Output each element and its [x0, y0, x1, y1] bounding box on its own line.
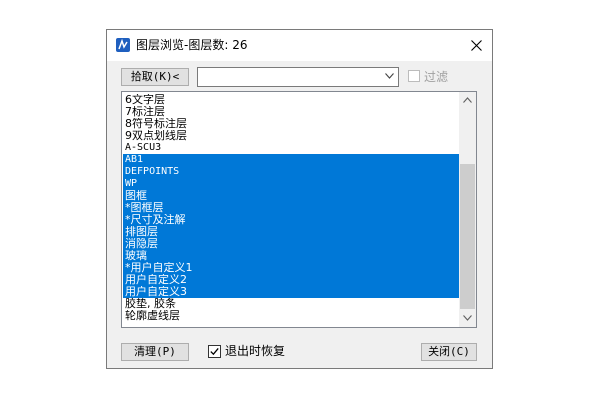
layer-list-item[interactable]: *尺寸及注解 [123, 214, 460, 226]
layer-list-item[interactable]: 7标注层 [123, 106, 460, 118]
checkmark-icon [210, 347, 219, 356]
layer-list-item[interactable]: DEFPOINTS [123, 166, 460, 178]
app-logo-icon [116, 38, 130, 52]
layer-list-item[interactable]: 排图层 [123, 226, 460, 238]
exit-restore-checkbox[interactable] [208, 345, 221, 358]
pick-button[interactable]: 拾取(K)< [121, 68, 189, 86]
layer-list-item[interactable]: *图框层 [123, 202, 460, 214]
layer-list[interactable]: 6文字层 7标注层 8符号标注层 9双点划线层 A-SCU3 AB1 DEFPOINTS WP… [121, 91, 477, 328]
layer-list-item[interactable]: 6文字层 [123, 94, 460, 106]
chevron-down-icon [463, 315, 472, 321]
close-button[interactable]: 关闭(C) [421, 343, 477, 361]
window-close-button[interactable] [462, 30, 492, 61]
scroll-thumb[interactable] [460, 164, 475, 309]
clean-button[interactable]: 清理(P) [121, 343, 189, 361]
scroll-down-button[interactable] [459, 310, 476, 327]
scroll-up-button[interactable] [459, 92, 476, 109]
layer-list-item[interactable]: 9双点划线层 [123, 130, 460, 142]
exit-restore-label: 退出时恢复 [225, 344, 286, 358]
layer-list-item[interactable]: 8符号标注层 [123, 118, 460, 130]
layer-list-item[interactable]: 轮廓虚线层 [123, 310, 460, 322]
layer-browser-dialog: 图层浏览-图层数: 26 拾取(K)< 过滤 6文字层 7标注层 8符号标注层 9双点… [106, 29, 493, 369]
layer-list-item[interactable]: 消隐层 [123, 238, 460, 250]
layer-list-item[interactable]: 胶垫, 胶条 [123, 298, 460, 310]
filter-checkbox[interactable] [408, 70, 420, 82]
window-title: 图层浏览-图层数: 26 [136, 38, 248, 52]
layer-list-items: 6文字层 7标注层 8符号标注层 9双点划线层 A-SCU3 AB1 DEFPOINTS WP… [123, 94, 460, 322]
layer-list-item[interactable]: 图框 [123, 190, 460, 202]
layer-list-item[interactable]: 用户自定义3 [123, 286, 460, 298]
layer-list-item[interactable]: 用户自定义2 [123, 274, 460, 286]
title-bar[interactable]: 图层浏览-图层数: 26 [107, 30, 492, 61]
filter-label: 过滤 [424, 70, 449, 84]
layer-list-item[interactable]: A-SCU3 [123, 142, 460, 154]
layer-combo-box[interactable] [197, 67, 399, 87]
close-x-icon [471, 40, 482, 51]
chevron-up-icon [463, 97, 472, 103]
layer-list-item[interactable]: WP [123, 178, 460, 190]
layer-list-item[interactable]: AB1 [123, 154, 460, 166]
layer-list-item[interactable]: *用户自定义1 [123, 262, 460, 274]
list-scrollbar[interactable] [459, 92, 476, 327]
chevron-down-icon[interactable] [385, 73, 394, 79]
layer-list-item[interactable]: 玻璃 [123, 250, 460, 262]
